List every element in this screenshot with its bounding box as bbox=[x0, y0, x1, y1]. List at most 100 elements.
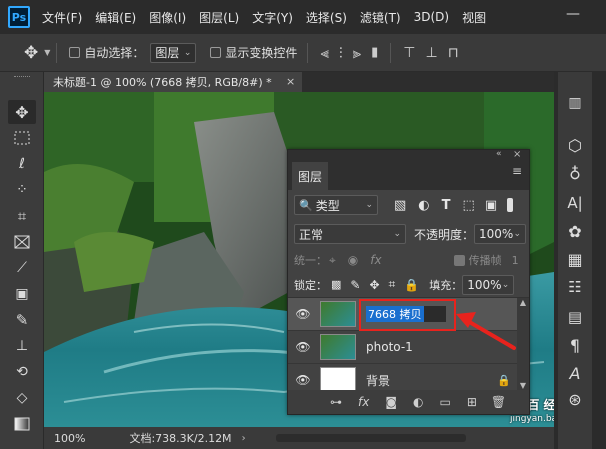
link-layers-icon[interactable]: ⊶ bbox=[330, 395, 342, 409]
photoshop-logo: Ps bbox=[8, 6, 30, 28]
menu-select[interactable]: 选择(S) bbox=[306, 9, 347, 26]
menu-layer[interactable]: 图层(L) bbox=[199, 9, 239, 26]
unify-position-icon[interactable]: ⌖ bbox=[329, 253, 336, 268]
layers-panel-header: « × 图层 ≡ bbox=[288, 149, 529, 190]
healing-brush-tool-icon[interactable]: ▣ bbox=[8, 282, 36, 306]
styles-icon[interactable]: ⊛ bbox=[560, 388, 590, 410]
horizontal-scrollbar[interactable] bbox=[275, 434, 466, 442]
menu-filter[interactable]: 滤镜(T) bbox=[360, 9, 401, 26]
fill-field[interactable]: 100% ⌄ bbox=[462, 274, 515, 295]
filter-pixel-icon[interactable]: ▧ bbox=[394, 198, 406, 213]
annotation-arrow bbox=[456, 312, 516, 350]
tool-preset-arrow-icon[interactable]: ▼ bbox=[44, 48, 50, 57]
lock-artboard-icon[interactable]: ⌗ bbox=[389, 277, 396, 292]
history-brush-tool-icon[interactable]: ⟲ bbox=[8, 360, 36, 384]
delete-layer-icon[interactable]: 🗑 bbox=[491, 395, 506, 409]
zoom-level[interactable]: 100% bbox=[54, 432, 85, 445]
filter-adjustment-icon[interactable]: ◐ bbox=[418, 198, 429, 213]
crop-tool-icon[interactable]: ⌗ bbox=[8, 204, 36, 228]
filter-smart-object-icon[interactable]: ▣ bbox=[485, 198, 497, 213]
tab-layers[interactable]: 图层 bbox=[292, 162, 328, 190]
document-tab[interactable]: 未标题-1 @ 100% (7668 拷贝, RGB/8#) * × bbox=[44, 72, 302, 92]
marquee-tool-icon[interactable] bbox=[8, 126, 36, 150]
lock-all-icon[interactable]: 🔒 bbox=[404, 278, 419, 292]
add-mask-icon[interactable]: ◙ bbox=[385, 395, 397, 409]
lock-transparent-icon[interactable]: ▩ bbox=[331, 278, 341, 291]
align-bottom-icon[interactable]: ⊓ bbox=[448, 45, 459, 61]
stamp-tool-icon[interactable]: ⊥ bbox=[8, 334, 36, 358]
move-tool-icon[interactable]: ✥ bbox=[24, 43, 38, 63]
filter-toggle-icon[interactable] bbox=[507, 198, 514, 212]
chevron-down-icon: ⌄ bbox=[183, 47, 192, 58]
align-right-icon[interactable]: ⫸ bbox=[353, 44, 361, 62]
chevron-down-icon: ⌄ bbox=[393, 229, 401, 239]
lasso-tool-icon[interactable]: ℓ bbox=[8, 152, 36, 176]
panel-menu-icon[interactable]: ≡ bbox=[512, 164, 522, 178]
lightbulb-icon[interactable]: ♁ bbox=[560, 162, 590, 184]
document-info: 文档:738.3K/2.12M bbox=[129, 432, 232, 445]
unify-visibility-icon[interactable]: ◉ bbox=[348, 253, 358, 267]
opacity-field[interactable]: 100% ⌄ bbox=[474, 224, 527, 244]
opacity-value: 100% bbox=[479, 227, 514, 241]
separator bbox=[307, 42, 309, 63]
close-panel-icon[interactable]: × bbox=[513, 149, 521, 160]
propagate-frame-checkbox[interactable] bbox=[453, 254, 465, 266]
color-palette-icon[interactable]: ✿ bbox=[560, 220, 590, 242]
3d-icon[interactable]: ⬡ bbox=[560, 134, 590, 156]
align-top-icon[interactable]: ⊤ bbox=[403, 45, 415, 61]
unify-label: 统一： bbox=[294, 254, 327, 267]
auto-select-dropdown[interactable]: 图层 ⌄ bbox=[150, 42, 197, 63]
separator bbox=[56, 42, 58, 63]
glyphs-icon[interactable]: A bbox=[560, 362, 590, 384]
menu-edit[interactable]: 编辑(E) bbox=[95, 9, 136, 26]
align-center-icon[interactable]: ⫶ bbox=[339, 44, 343, 62]
options-bar: ✥ ▼ 自动选择： 图层 ⌄ 显示变换控件 ⫷ ⫶ ⫸ ▮ ⊤ ⊥ ⊓ bbox=[0, 34, 606, 72]
menu-type[interactable]: 文字(Y) bbox=[252, 9, 293, 26]
minimize-button[interactable]: — bbox=[566, 6, 580, 22]
paragraph-icon[interactable]: ¶ bbox=[560, 334, 590, 356]
menu-3d[interactable]: 3D(D) bbox=[414, 10, 449, 24]
add-style-icon[interactable]: fx bbox=[358, 395, 369, 409]
scroll-down-icon[interactable]: ▼ bbox=[517, 381, 529, 390]
lock-pixels-icon[interactable]: ✎ bbox=[350, 278, 360, 292]
eraser-tool-icon[interactable]: ◇ bbox=[8, 386, 36, 410]
menu-view[interactable]: 视图 bbox=[462, 9, 486, 26]
new-layer-icon[interactable]: ⊞ bbox=[467, 395, 477, 409]
eye-icon[interactable]: 👁 bbox=[288, 340, 318, 354]
lock-icon: 🔒 bbox=[497, 373, 511, 387]
histogram-icon[interactable]: ▥ bbox=[560, 92, 590, 114]
libraries-icon[interactable]: ▤ bbox=[560, 306, 590, 328]
auto-select-checkbox[interactable] bbox=[69, 47, 81, 58]
gradient-tool-icon[interactable] bbox=[8, 412, 36, 436]
move-tool-icon[interactable]: ✥ bbox=[8, 100, 36, 124]
swatches-icon[interactable]: ▦ bbox=[560, 248, 590, 270]
align-left-icon[interactable]: ⫷ bbox=[320, 44, 328, 62]
lock-position-icon[interactable]: ✥ bbox=[369, 278, 379, 292]
filter-type-icon[interactable]: T bbox=[442, 198, 451, 213]
eyedropper-tool-icon[interactable]: ⟋ bbox=[8, 256, 36, 280]
eye-icon[interactable]: 👁 bbox=[288, 373, 318, 387]
separator bbox=[390, 42, 392, 63]
filter-kind-dropdown[interactable]: 🔍 类型 ⌄ bbox=[294, 195, 378, 215]
align-middle-icon[interactable]: ⊥ bbox=[426, 45, 438, 61]
properties-icon[interactable]: ☷ bbox=[560, 276, 590, 298]
menu-file[interactable]: 文件(F) bbox=[42, 9, 82, 26]
character-icon[interactable]: A| bbox=[560, 192, 590, 214]
document-tab-title: 未标题-1 @ 100% (7668 拷贝, RGB/8#) * bbox=[53, 76, 272, 89]
filter-shape-icon[interactable]: ⬚ bbox=[463, 198, 475, 213]
show-transform-checkbox[interactable] bbox=[210, 47, 222, 58]
brush-tool-icon[interactable]: ✎ bbox=[8, 308, 36, 332]
status-bar: 100% 文档:738.3K/2.12M › bbox=[44, 427, 554, 449]
frame-tool-icon[interactable] bbox=[8, 230, 36, 254]
align-extra-icon[interactable]: ▮ bbox=[371, 45, 378, 60]
quick-select-tool-icon[interactable]: ⁘ bbox=[8, 178, 36, 202]
new-group-icon[interactable]: ▭ bbox=[439, 395, 450, 409]
new-adjustment-icon[interactable]: ◐ bbox=[413, 395, 423, 409]
eye-icon[interactable]: 👁 bbox=[288, 307, 318, 321]
blend-mode-dropdown[interactable]: 正常 ⌄ bbox=[294, 224, 406, 244]
collapse-panel-icon[interactable]: « bbox=[496, 149, 502, 159]
close-tab-icon[interactable]: × bbox=[286, 75, 295, 88]
status-arrow-icon[interactable]: › bbox=[242, 433, 246, 444]
unify-style-icon[interactable]: fx bbox=[370, 253, 381, 267]
menu-image[interactable]: 图像(I) bbox=[149, 9, 186, 26]
